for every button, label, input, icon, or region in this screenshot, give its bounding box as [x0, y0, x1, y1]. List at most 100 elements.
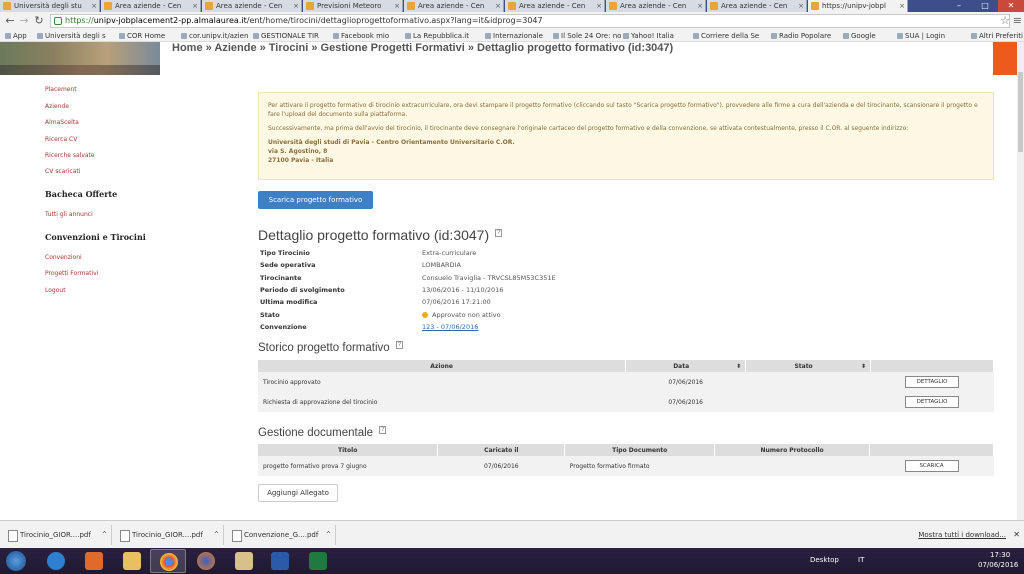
column-header-stato[interactable]: Stato ⬍: [745, 360, 872, 372]
column-header-data[interactable]: Data ⬍: [625, 360, 747, 372]
browser-tab[interactable]: Area aziende - Cen ×: [505, 0, 605, 12]
column-header-protocollo[interactable]: Numero Protocollo: [714, 444, 871, 456]
nav-progetti-formativi[interactable]: Progetti Formativi: [45, 270, 98, 277]
browser-tab[interactable]: Università degli stu ×: [0, 0, 100, 12]
favicon-icon: [104, 2, 112, 10]
download-item[interactable]: Convenzione_G....pdf ^: [228, 525, 336, 545]
nav-almascelta[interactable]: AlmaScelta: [45, 119, 79, 126]
scrollbar[interactable]: [1017, 42, 1024, 520]
bookmark-item[interactable]: GESTIONALE TIR: [252, 30, 319, 42]
taskbar-word[interactable]: [262, 549, 298, 573]
address-bar[interactable]: https://unipv-jobplacement2-pp.almalaure…: [50, 14, 1010, 28]
download-document-button[interactable]: SCARICA: [904, 460, 959, 472]
browser-tab[interactable]: Area aziende - Cen ×: [202, 0, 302, 12]
menu-icon[interactable]: ≡: [1013, 14, 1022, 27]
browser-tab[interactable]: Previsioni Meteoro ×: [303, 0, 403, 12]
nav-ricerca-cv[interactable]: Ricerca CV: [45, 136, 77, 143]
desktop-toolbar[interactable]: Desktop: [810, 556, 839, 564]
browser-tab[interactable]: Area aziende - Cen ×: [404, 0, 504, 12]
language-indicator[interactable]: IT: [858, 556, 864, 564]
download-item[interactable]: Tirocinio_GIOR....pdf ^: [4, 525, 112, 545]
bookmark-item[interactable]: Università degli s: [36, 30, 106, 42]
bookmark-item[interactable]: App: [4, 30, 27, 42]
close-tab-icon[interactable]: ×: [91, 0, 97, 12]
help-icon[interactable]: ?: [379, 426, 387, 435]
close-tab-icon[interactable]: ×: [798, 0, 804, 12]
close-tab-icon[interactable]: ×: [293, 0, 299, 12]
close-tab-icon[interactable]: ×: [596, 0, 602, 12]
help-icon[interactable]: ?: [495, 229, 503, 238]
bookmarks-bar: App Università degli s COR Home cor.unipv.i…: [0, 30, 1024, 42]
reload-icon[interactable]: ↻: [33, 15, 45, 27]
nav-tutti-annunci[interactable]: Tutti gli annunci: [45, 211, 93, 218]
cell-caricato: 07/06/2016: [437, 456, 565, 476]
chevron-down-icon[interactable]: ^: [102, 525, 107, 545]
bookmark-item[interactable]: Radio Popolare: [770, 30, 831, 42]
column-header-titolo[interactable]: Titolo: [258, 444, 439, 456]
taskbar-ie[interactable]: [38, 549, 74, 573]
browser-tab[interactable]: Area aziende - Cen ×: [606, 0, 706, 12]
column-header-tipo[interactable]: Tipo Documento: [564, 444, 716, 456]
maximize-button[interactable]: □: [972, 0, 998, 12]
start-button[interactable]: [6, 551, 26, 571]
bookmark-item[interactable]: Yahoo! Italia: [622, 30, 674, 42]
taskbar-excel[interactable]: [300, 549, 336, 573]
bookmark-item[interactable]: Facebook mio: [332, 30, 389, 42]
detail-button[interactable]: DETTAGLIO: [905, 376, 960, 388]
chevron-down-icon[interactable]: ^: [326, 525, 331, 545]
documenti-table: Titolo Caricato il Tipo Documento Numero…: [258, 444, 994, 476]
taskbar-media[interactable]: [76, 549, 112, 573]
detail-button[interactable]: DETTAGLIO: [905, 396, 960, 408]
download-project-button[interactable]: Scarica progetto formativo: [258, 191, 373, 209]
nav-ricerche-salvate[interactable]: Ricerche salvate: [45, 152, 95, 159]
taskbar-explorer[interactable]: [114, 549, 150, 573]
column-header-caricato[interactable]: Caricato il: [437, 444, 566, 456]
nav-convenzioni[interactable]: Convenzioni: [45, 254, 82, 261]
bookmark-item[interactable]: Corriere della Se: [692, 30, 759, 42]
browser-tab[interactable]: https://unipv-jobpl ×: [808, 0, 908, 12]
taskbar-folder[interactable]: [226, 549, 262, 573]
taskbar-chrome[interactable]: [150, 549, 186, 573]
bookmark-item[interactable]: SUA | Login: [896, 30, 945, 42]
download-item[interactable]: Tirocinio_GIOR....pdf ^: [116, 525, 224, 545]
detail-label: Periodo di svolgimento: [260, 285, 345, 294]
close-tab-icon[interactable]: ×: [394, 0, 400, 12]
close-tab-icon[interactable]: ×: [192, 0, 198, 12]
minimize-button[interactable]: –: [946, 0, 972, 12]
chevron-down-icon[interactable]: ^: [214, 525, 219, 545]
nav-logout[interactable]: Logout: [45, 287, 66, 294]
back-icon[interactable]: ←: [4, 15, 16, 27]
info-paragraph-1: Per attivare il progetto formativo di ti…: [268, 102, 978, 118]
close-tab-icon[interactable]: ×: [899, 0, 905, 12]
close-tab-icon[interactable]: ×: [697, 0, 703, 12]
nav-cv-scaricati[interactable]: CV scaricati: [45, 168, 80, 175]
sort-icon[interactable]: ⬍: [736, 363, 741, 370]
convenzione-link[interactable]: 123 - 07/06/2016: [422, 323, 478, 331]
add-attachment-button[interactable]: Aggiungi Allegato: [258, 484, 338, 502]
show-all-downloads-link[interactable]: Mostra tutti i download...: [918, 525, 1006, 545]
bookmark-item[interactable]: La Repubblica.it: [404, 30, 469, 42]
column-header-azione[interactable]: Azione: [258, 360, 627, 372]
favicon-icon: [205, 2, 213, 10]
taskbar-firefox[interactable]: [188, 549, 224, 573]
tab-label: Area aziende - Cen: [115, 2, 182, 10]
bookmark-item[interactable]: cor.unipv.it/azien: [180, 30, 248, 42]
bookmark-item[interactable]: Internazionale: [484, 30, 543, 42]
sort-icon[interactable]: ⬍: [861, 363, 866, 370]
nav-placement[interactable]: Placement: [45, 86, 77, 93]
browser-tab[interactable]: Area aziende - Cen ×: [101, 0, 201, 12]
bookmark-item[interactable]: Google: [842, 30, 876, 42]
close-window-button[interactable]: ✕: [998, 0, 1024, 12]
browser-tab[interactable]: Area aziende - Cen ×: [707, 0, 807, 12]
help-icon[interactable]: ?: [395, 341, 404, 350]
bookmark-item[interactable]: Il Sole 24 Ore: no: [552, 30, 621, 42]
close-tab-icon[interactable]: ×: [495, 0, 501, 12]
storico-title-text: Storico progetto formativo: [258, 342, 390, 354]
bookmark-item[interactable]: COR Home: [118, 30, 165, 42]
nav-aziende[interactable]: Aziende: [45, 103, 69, 110]
table-row: Tirocinio approvato 07/06/2016 DETTAGLIO: [258, 372, 994, 392]
close-icon[interactable]: ✕: [1013, 525, 1020, 545]
forward-icon[interactable]: →: [18, 15, 30, 27]
bookmark-other[interactable]: Altri Preferiti: [970, 30, 1023, 42]
bookmark-star-icon[interactable]: ☆: [1000, 14, 1010, 27]
